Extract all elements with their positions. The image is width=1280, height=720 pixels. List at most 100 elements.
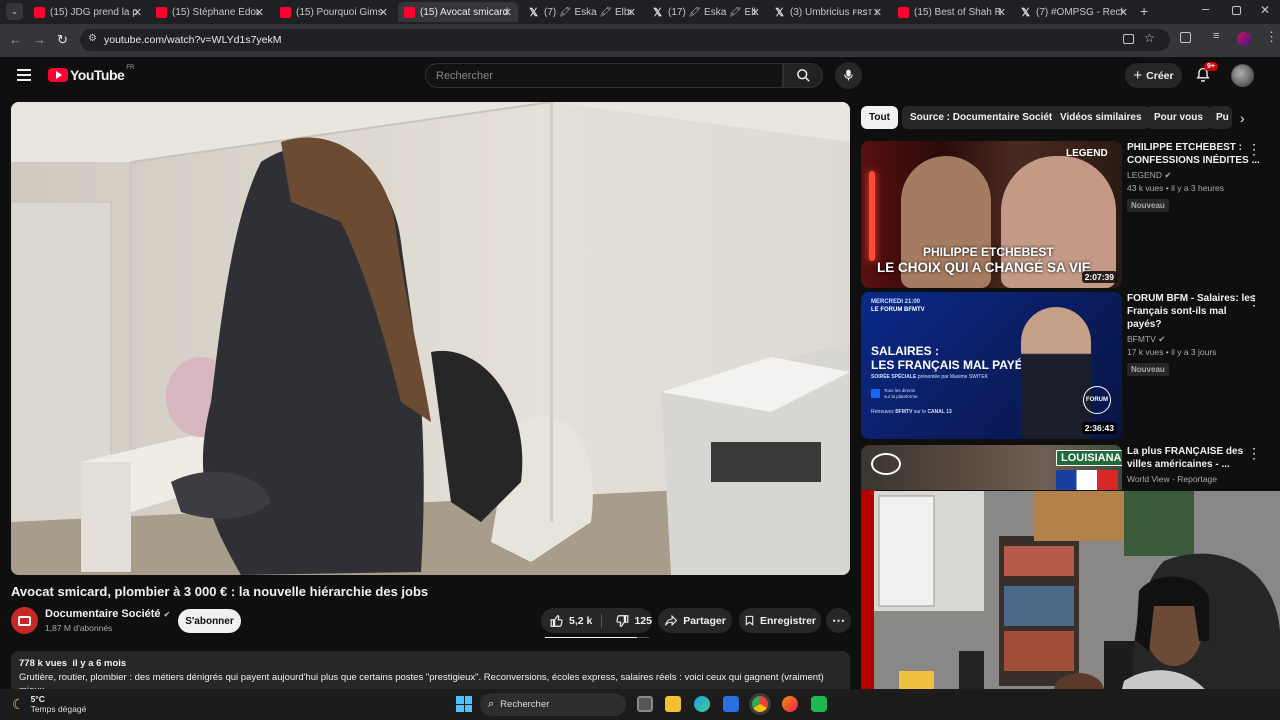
- x-icon: 𝕏: [775, 6, 784, 19]
- video-player[interactable]: [11, 102, 850, 575]
- thumbnail-bfm-logo: [871, 389, 880, 398]
- channel-name[interactable]: Documentaire Société ✔: [45, 608, 170, 620]
- browser-tab[interactable]: (15) Pourquoi Gims s ✕: [274, 2, 394, 22]
- close-tab-icon[interactable]: ✕: [627, 6, 636, 19]
- video-thumbnail[interactable]: MERCREDI 21:00 LE FORUM BFMTV SALAIRES :…: [861, 292, 1122, 439]
- recommendation-item[interactable]: LOUISIANA La plus FRANÇAISE des villes a…: [861, 445, 1271, 495]
- close-tab-icon[interactable]: ✕: [133, 6, 142, 19]
- create-button[interactable]: + Créer: [1125, 63, 1182, 88]
- close-tab-icon[interactable]: ✕: [1119, 6, 1128, 19]
- account-avatar[interactable]: [1231, 64, 1254, 87]
- filter-chip[interactable]: Source : Documentaire Société: [902, 106, 1066, 129]
- store-icon[interactable]: [723, 696, 739, 712]
- x-icon: 𝕏: [653, 6, 662, 19]
- site-info-icon[interactable]: ⚙: [88, 33, 97, 44]
- app-icon[interactable]: [811, 696, 827, 712]
- recommendation-item[interactable]: LEGEND PHILIPPE ETCHEBEST LE CHOIX QUI A…: [861, 141, 1271, 289]
- close-window-icon[interactable]: ✕: [1260, 3, 1270, 17]
- filter-chip[interactable]: Pu: [1208, 106, 1232, 129]
- install-app-icon[interactable]: [1123, 34, 1134, 44]
- profile-avatar[interactable]: [1237, 32, 1251, 46]
- forward-icon[interactable]: →: [33, 32, 46, 47]
- browser-menu-icon[interactable]: ⋮: [1265, 29, 1278, 45]
- recommendation-title[interactable]: La plus FRANÇAISE des villes américaines…: [1127, 445, 1261, 471]
- dislike-button[interactable]: 125: [607, 614, 652, 628]
- browser-tab[interactable]: (15) JDG prend la pa ✕: [28, 2, 148, 22]
- edge-icon[interactable]: [694, 696, 710, 712]
- more-actions-icon[interactable]: ⋮: [1247, 292, 1261, 309]
- youtube-logo[interactable]: YouTube FR: [48, 65, 135, 83]
- task-view-icon[interactable]: [637, 696, 653, 712]
- close-tab-icon[interactable]: ✕: [503, 6, 512, 19]
- extensions-icon[interactable]: [1180, 32, 1191, 43]
- search-input[interactable]: Rechercher: [425, 63, 783, 88]
- more-actions-icon[interactable]: ⋮: [1247, 141, 1261, 158]
- share-button[interactable]: Partager: [658, 608, 732, 633]
- url-field[interactable]: ⚙ youtube.com/watch?v=WLYd1s7yekM ☆: [80, 29, 1170, 51]
- bookmark-star-icon[interactable]: ☆: [1144, 31, 1155, 45]
- hamburger-menu-icon[interactable]: [17, 69, 31, 81]
- filter-chip[interactable]: Vidéos similaires: [1052, 106, 1150, 129]
- recommendation-info: FORUM BFM - Salaires: les Français sont-…: [1127, 292, 1261, 377]
- filter-chip[interactable]: Tout: [861, 106, 898, 129]
- thumbnail-top-text: MERCREDI 21:00: [871, 299, 921, 305]
- close-tab-icon[interactable]: ✕: [751, 6, 760, 19]
- tab-title: (7) #OMPSG - Reche: [1036, 6, 1124, 18]
- close-tab-icon[interactable]: ✕: [379, 6, 388, 19]
- close-tab-icon[interactable]: ✕: [873, 6, 882, 19]
- recommendation-channel[interactable]: World View - Reportage: [1127, 473, 1261, 486]
- windows-start-icon[interactable]: [456, 696, 472, 712]
- webcam-overlay: [874, 491, 1280, 720]
- video-thumbnail[interactable]: LEGEND PHILIPPE ETCHEBEST LE CHOIX QUI A…: [861, 141, 1122, 288]
- logo-region: FR: [126, 65, 135, 71]
- taskbar-search[interactable]: ⌕ Rechercher: [480, 693, 626, 716]
- thumbnail-line5a: Retrouvez: [871, 409, 894, 415]
- tab-list-icon[interactable]: ⌄: [6, 3, 23, 20]
- browser-tab-bar: ⌄ (15) JDG prend la pa ✕ (15) Stéphane Édo…: [0, 0, 1280, 24]
- video-thumbnail[interactable]: LOUISIANA: [861, 445, 1122, 490]
- notifications-button[interactable]: 9+: [1195, 62, 1218, 86]
- firefox-icon[interactable]: [782, 696, 798, 712]
- close-tab-icon[interactable]: ✕: [255, 6, 264, 19]
- file-explorer-icon[interactable]: [665, 696, 681, 712]
- browser-tab[interactable]: (15) Avocat smicard, ✕: [398, 2, 518, 22]
- chrome-icon[interactable]: [752, 696, 768, 712]
- subscribe-button[interactable]: S'abonner: [178, 609, 241, 633]
- search-button[interactable]: [783, 63, 823, 88]
- more-actions-icon[interactable]: ⋮: [1247, 445, 1261, 462]
- more-horizontal-icon: ⋯: [832, 612, 845, 628]
- recommendation-title[interactable]: FORUM BFM - Salaires: les Français sont-…: [1127, 292, 1261, 331]
- recommendation-channel[interactable]: LEGEND ✔: [1127, 169, 1261, 182]
- browser-tab[interactable]: 𝕏 (3) Umbricius ꜰʀꜱᴛ su ✕: [768, 2, 888, 22]
- verified-icon: ✔: [1164, 170, 1172, 180]
- like-button[interactable]: 5,2 k: [541, 613, 603, 628]
- channel-avatar[interactable]: [11, 607, 38, 634]
- weather-widget[interactable]: ☾ 5°C Temps dégagé: [12, 694, 86, 714]
- browser-tab[interactable]: (15) Best of Shah Ru ✕: [892, 2, 1012, 22]
- recommendation-meta: 43 k vues • il y a 3 heures: [1127, 183, 1224, 193]
- back-icon[interactable]: ←: [9, 32, 22, 47]
- thumbnail-line5b: BFMTV: [895, 409, 913, 415]
- voice-search-button[interactable]: [835, 62, 862, 89]
- maximize-icon[interactable]: [1232, 6, 1241, 15]
- media-controls-icon[interactable]: ≡: [1213, 30, 1219, 42]
- browser-tab[interactable]: 𝕏 (7) #OMPSG - Reche ✕: [1014, 2, 1134, 22]
- chips-next-icon[interactable]: ›: [1240, 110, 1245, 126]
- reload-icon[interactable]: ↻: [57, 32, 68, 48]
- more-actions-button[interactable]: ⋯: [826, 608, 851, 633]
- thumbnail-top-text: LE FORUM BFMTV: [871, 307, 925, 313]
- recommendation-title[interactable]: PHILIPPE ETCHEBEST : CONFESSIONS INÉDITE…: [1127, 141, 1261, 167]
- browser-tab[interactable]: 𝕏 (17) 🖍 Eska 🖍 Elb ✕: [646, 2, 766, 22]
- recommendation-item[interactable]: MERCREDI 21:00 LE FORUM BFMTV SALAIRES :…: [861, 292, 1271, 440]
- new-tab-icon[interactable]: +: [1140, 3, 1148, 19]
- microphone-icon: [844, 69, 853, 81]
- recommendation-channel[interactable]: BFMTV ✔: [1127, 333, 1261, 346]
- taskbar-search-label: Rechercher: [500, 699, 550, 710]
- browser-tab[interactable]: (15) Stéphane Édoua ✕: [150, 2, 270, 22]
- minimize-icon[interactable]: –: [1202, 1, 1209, 16]
- verified-icon: ✔: [1158, 334, 1166, 344]
- browser-tab[interactable]: 𝕏 (7) 🖍 Eska 🖍 Elbe ✕: [522, 2, 642, 22]
- save-button[interactable]: Enregistrer: [739, 608, 821, 633]
- close-tab-icon[interactable]: ✕: [997, 6, 1006, 19]
- filter-chip[interactable]: Pour vous: [1146, 106, 1211, 129]
